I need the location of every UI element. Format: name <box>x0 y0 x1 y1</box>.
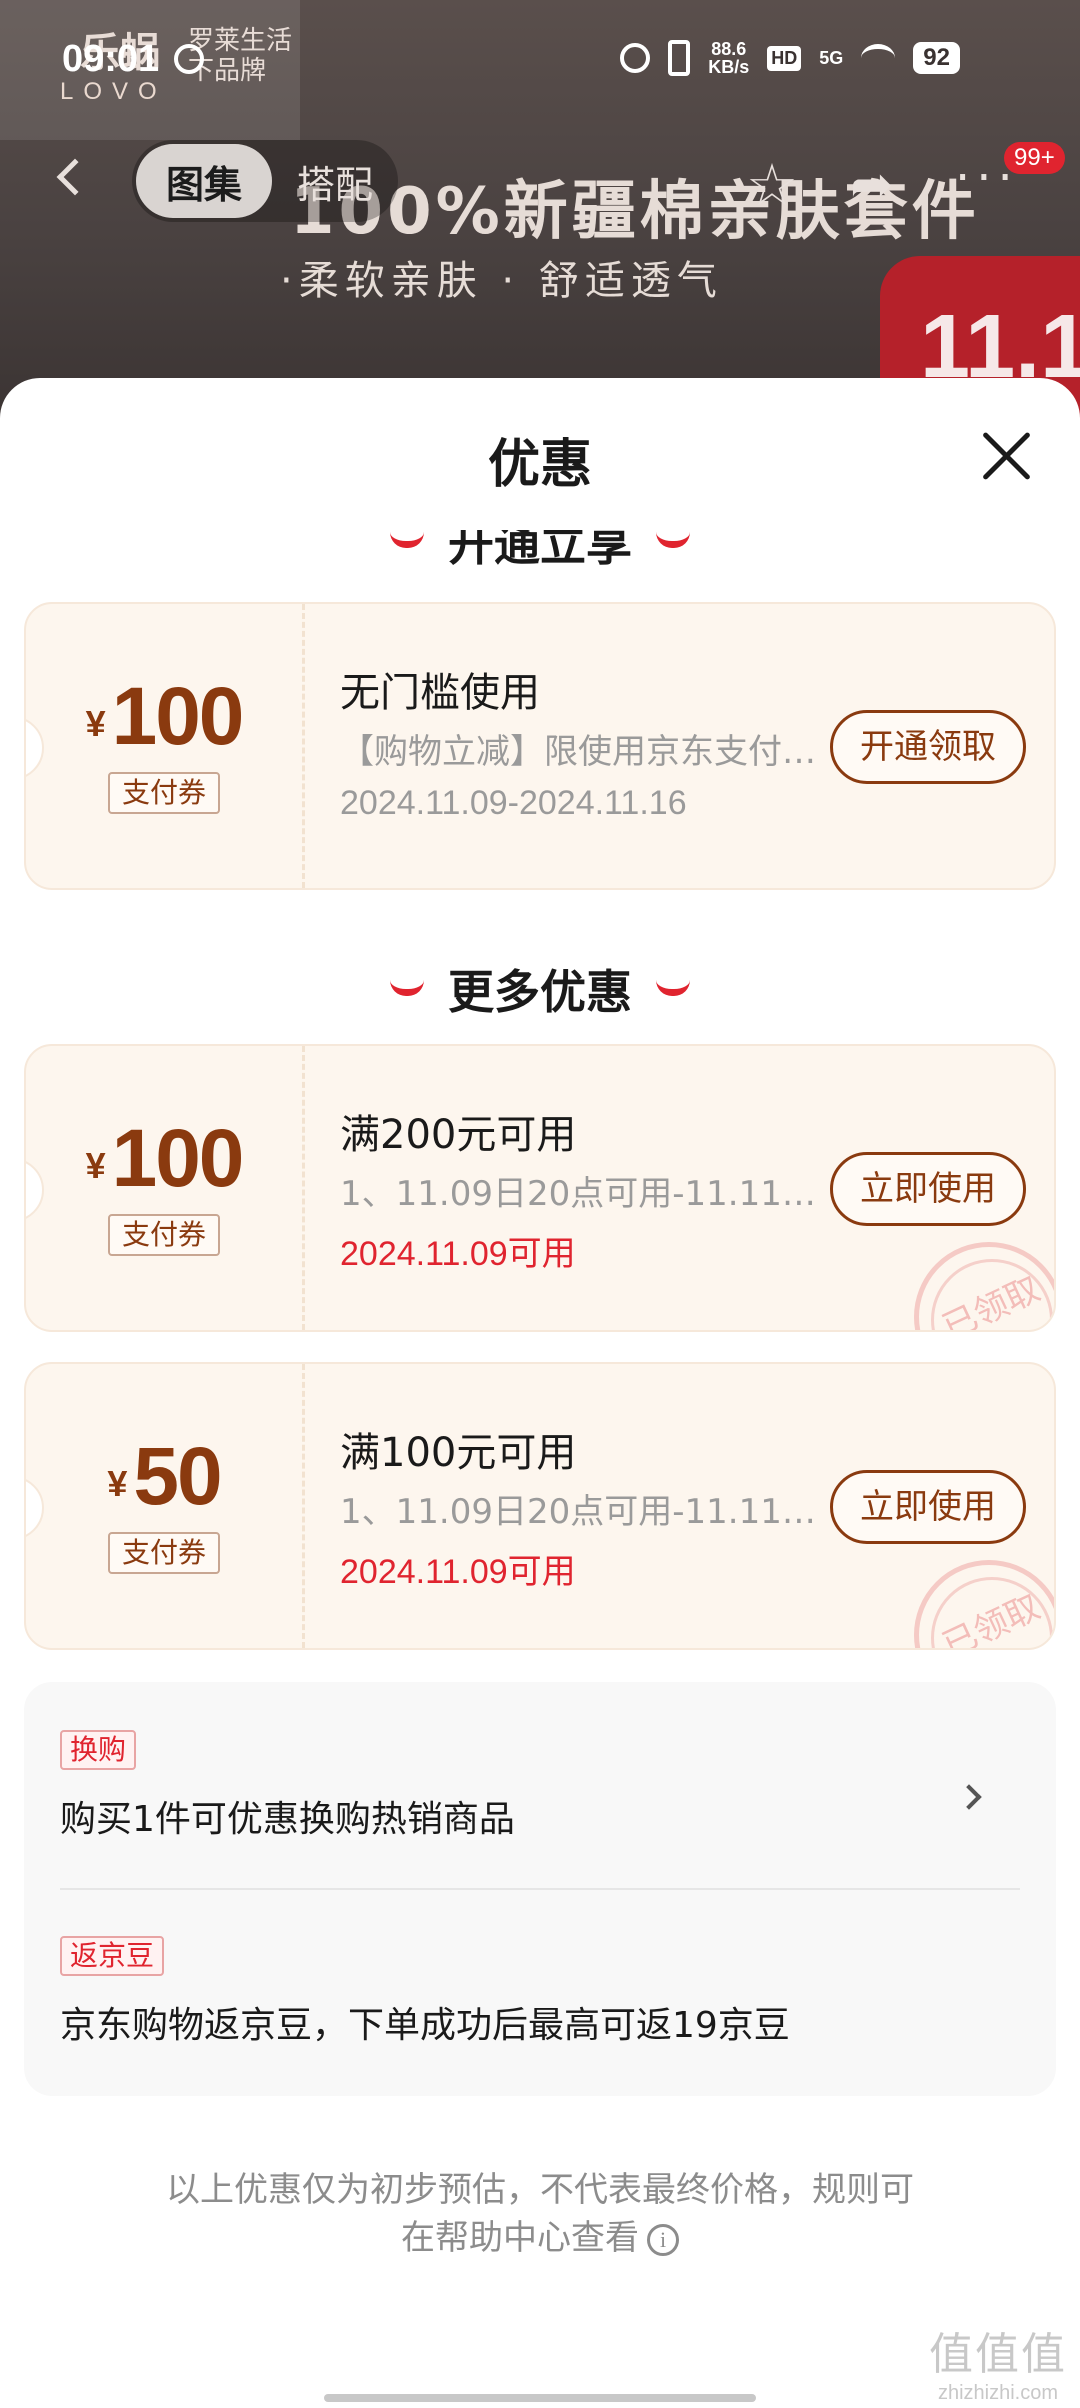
favorite-icon[interactable]: ☆ <box>746 156 798 214</box>
product-banner: 乐蜗 罗莱生活下品牌 LOVO 100%新疆棉亲肤套件 ·柔软亲肤 · 舒适透气… <box>0 0 1080 420</box>
battery-icon: 92 <box>913 42 960 74</box>
coupon-type-tag: 支付券 <box>108 1214 220 1256</box>
disclaimer-line-1: 以上优惠仅为初步预估，不代表最终价格，规则可 <box>166 2170 914 2210</box>
help-center-text: 在帮助中心查看 <box>401 2218 639 2258</box>
hd-icon: HD <box>767 45 802 71</box>
tab-match[interactable]: 搭配 <box>272 154 398 209</box>
coupon-value: 50 <box>133 1431 222 1522</box>
coupon-title: 满200元可用 <box>340 1112 577 1158</box>
perk-tag: 换购 <box>60 1730 137 1770</box>
claimed-stamp-icon: 已领取 <box>914 1242 1054 1332</box>
coupon-card: ¥100 支付券 无门槛使用 【购物立减】限使用京东支付… 2024.11.09… <box>24 602 1056 890</box>
claimed-stamp-icon: 已领取 <box>914 1560 1054 1650</box>
coupon-type-tag: 支付券 <box>108 1532 220 1574</box>
section-title-open: 开通立享 <box>0 530 1080 574</box>
use-now-button[interactable]: 立即使用 <box>830 1470 1026 1544</box>
watermark: 值值值 zhizhizhi.com <box>918 2318 1078 2405</box>
alarm-icon <box>620 43 651 73</box>
wifi-icon <box>861 44 896 72</box>
watermark-url: zhizhizhi.com <box>937 2382 1059 2404</box>
net-speed-unit: KB/s <box>708 57 750 77</box>
vibrate-icon <box>668 40 691 76</box>
coupon-description: 【购物立减】限使用京东支付… <box>340 732 816 772</box>
coupon-validity: 2024.11.09可用 <box>340 1553 576 1591</box>
chevron-right-icon <box>956 1784 982 1810</box>
discount-sheet: 优惠 开通立享 ¥100 支付券 无门槛使用 【购物立减】限使用京东支付… 20… <box>0 378 1080 2408</box>
coupon-amount: ¥50 <box>26 1430 302 1524</box>
currency-symbol: ¥ <box>107 1463 128 1504</box>
smile-decoration-icon <box>390 980 424 996</box>
signal-5g-icon: 5G <box>819 47 844 68</box>
currency-symbol: ¥ <box>85 1145 106 1186</box>
disclaimer-line-2: 在帮助中心查看 i <box>0 2214 1080 2262</box>
net-speed-value: 88.6 <box>711 39 747 59</box>
coupon-value: 100 <box>111 671 245 762</box>
home-indicator[interactable] <box>324 2394 756 2402</box>
section-title-more-label: 更多优惠 <box>448 965 632 1019</box>
sync-icon <box>174 44 204 74</box>
coupon-title: 无门槛使用 <box>340 670 540 716</box>
coupon-value: 100 <box>111 1113 245 1204</box>
activate-claim-button[interactable]: 开通领取 <box>830 710 1026 784</box>
coupon-amount: ¥100 <box>26 670 302 764</box>
coupon-divider <box>302 1364 305 1648</box>
perk-tag: 返京豆 <box>60 1936 165 1976</box>
back-icon[interactable] <box>56 158 94 196</box>
perk-divider <box>60 1888 1020 1890</box>
coupon-title: 满100元可用 <box>340 1430 577 1476</box>
message-count-badge: 99+ <box>1004 142 1065 174</box>
perk-text: 京东购物返京豆，下单成功后最高可返19京豆 <box>60 2005 790 2046</box>
coupon-description: 1、11.09日20点可用-11.11… <box>340 1492 816 1532</box>
claimed-stamp-text: 已领取 <box>936 1586 1047 1650</box>
status-time: 09:01 <box>62 38 160 80</box>
smile-decoration-icon <box>656 980 690 996</box>
section-title-open-label: 开通立享 <box>448 530 632 571</box>
coupon-card: ¥100 支付券 满200元可用 1、11.09日20点可用-11.11… 20… <box>24 1044 1056 1332</box>
coupon-description: 1、11.09日20点可用-11.11… <box>340 1174 816 1214</box>
currency-symbol: ¥ <box>85 703 106 744</box>
coupon-divider <box>302 604 305 888</box>
coupon-type-tag: 支付券 <box>108 772 220 814</box>
section-title-more: 更多优惠 <box>0 956 1080 1022</box>
status-indicators: 88.6 KB/s HD 5G 92 <box>620 40 960 76</box>
coupon-validity: 2024.11.09-2024.11.16 <box>340 784 687 822</box>
smile-decoration-icon <box>390 532 424 548</box>
section-header-clip: 开通立享 <box>0 530 1080 580</box>
coupon-card: ¥50 支付券 满100元可用 1、11.09日20点可用-11.11… 202… <box>24 1362 1056 1650</box>
coupon-validity: 2024.11.09可用 <box>340 1235 576 1273</box>
perk-text: 购买1件可优惠换购热销商品 <box>60 1799 515 1840</box>
banner-subtitle: ·柔软亲肤 · 舒适透气 <box>280 258 723 304</box>
use-now-button[interactable]: 立即使用 <box>830 1152 1026 1226</box>
tab-gallery[interactable]: 图集 <box>136 144 272 218</box>
info-icon[interactable]: i <box>647 2223 679 2256</box>
coupon-divider <box>302 1046 305 1330</box>
close-icon[interactable] <box>980 430 1032 482</box>
coupon-amount: ¥100 <box>26 1112 302 1206</box>
net-speed: 88.6 KB/s <box>708 40 749 76</box>
status-bar: 09:01 88.6 KB/s HD 5G 92 <box>0 0 1080 120</box>
gallery-tabs: 图集 搭配 <box>132 140 398 222</box>
smile-decoration-icon <box>656 532 690 548</box>
claimed-stamp-text: 已领取 <box>936 1268 1047 1332</box>
disclaimer: 以上优惠仅为初步预估，不代表最终价格，规则可 在帮助中心查看 i <box>0 2166 1080 2262</box>
perks-panel: 换购 购买1件可优惠换购热销商品 返京豆 京东购物返京豆，下单成功后最高可返19… <box>24 1682 1056 2096</box>
share-icon[interactable]: ➦ <box>850 156 894 214</box>
watermark-logo: 值值值 <box>929 2330 1067 2379</box>
sheet-title: 优惠 <box>487 435 592 495</box>
